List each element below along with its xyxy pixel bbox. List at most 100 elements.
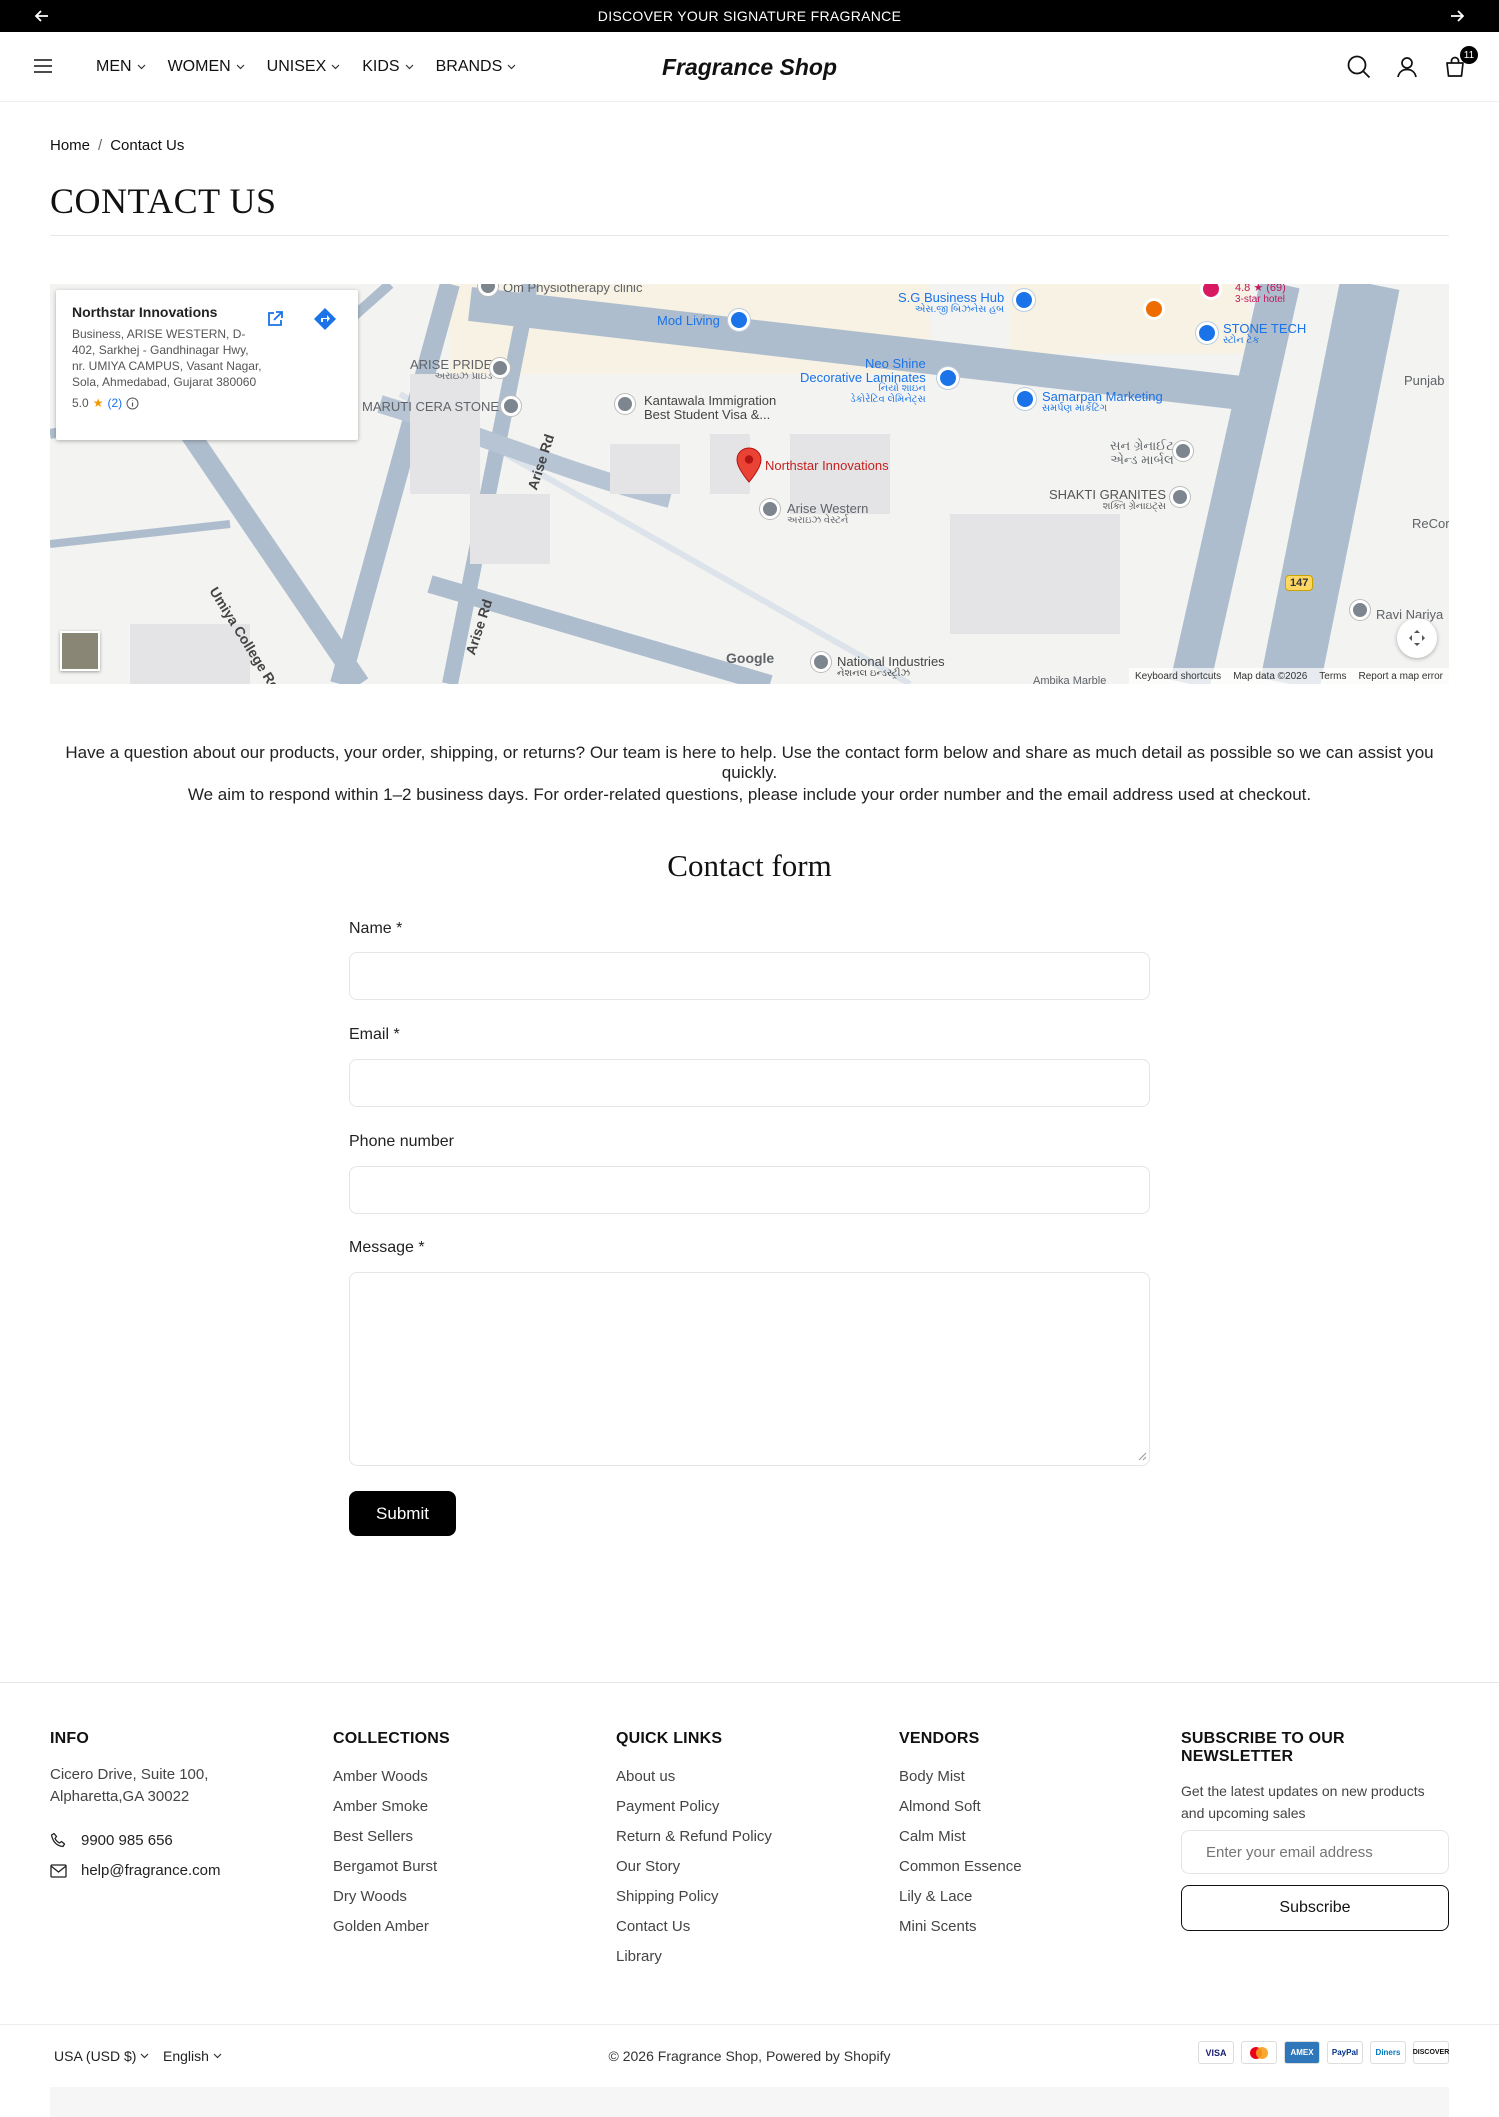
map-pin-arise-western[interactable] [760,499,780,519]
arise-pride-name: ARISE PRIDE [410,357,493,372]
visa-icon: VISA [1198,2041,1234,2064]
footer-vendor-link[interactable]: Lily & Lace [899,1888,1119,1907]
chevron-down-icon [236,64,245,70]
footer-vendor-link[interactable]: Calm Mist [899,1828,1119,1847]
menu-button[interactable] [32,55,56,79]
email-input[interactable] [349,1059,1150,1107]
footer-address-line1: Cicero Drive, Suite 100, [50,1766,209,1783]
kantawala-name-2: Best Student Visa &... [644,406,771,422]
map-label-maruti: MARUTI CERA STONE [362,399,500,414]
nav-men-label: MEN [96,58,132,75]
footer-collection-link[interactable]: Best Sellers [333,1828,553,1847]
name-input[interactable] [349,952,1150,1000]
footer-phone[interactable]: 9900 985 656 [50,1832,290,1849]
footer-collection-link[interactable]: Golden Amber [333,1918,553,1937]
contact-intro-2: We aim to respond within 1–2 business da… [187,785,1312,804]
footer-quick-link[interactable]: Our Story [616,1858,836,1877]
footer-quick-link[interactable]: Shipping Policy [616,1888,836,1907]
map-terms-link[interactable]: Terms [1319,671,1346,682]
message-textarea[interactable] [349,1272,1150,1466]
nav-unisex[interactable]: UNISEX [267,58,341,76]
cart-button[interactable]: 11 [1440,46,1478,82]
footer-email[interactable]: help@fragrance.com [50,1862,290,1879]
arise-western-name: Arise Western [787,501,869,516]
footer-quick-link[interactable]: Contact Us [616,1918,836,1937]
site-header: MEN WOMEN UNISEX KIDS BRANDS Fragrance S… [0,32,1499,102]
account-button[interactable] [1392,52,1422,82]
resize-grip-icon[interactable] [1138,1452,1147,1461]
directions-button[interactable] [310,304,340,334]
footer-quick-links: QUICK LINKS About us Payment Policy Retu… [616,1730,836,1967]
place-rating-count[interactable]: (2) [107,396,122,410]
footer-newsletter-heading: SUBSCRIBE TO OUR NEWSLETTER [1181,1730,1345,1765]
subscribe-button[interactable]: Subscribe [1181,1885,1449,1931]
arrow-right-icon [1451,10,1464,22]
footer-email-text: help@fragrance.com [81,1862,221,1879]
footer-collection-link[interactable]: Amber Woods [333,1768,553,1787]
satellite-view-toggle[interactable] [60,631,100,671]
footer-quick-link[interactable]: Payment Policy [616,1798,836,1817]
map-pin-arise-pride[interactable] [490,358,510,378]
chevron-down-icon [331,64,340,70]
hamburger-icon [34,59,52,73]
samarpan-name: Samarpan Marketing [1042,389,1163,404]
footer-phone-text: 9900 985 656 [81,1832,173,1849]
nav-women[interactable]: WOMEN [168,58,245,76]
footer-quick-link[interactable]: Return & Refund Policy [616,1828,836,1847]
footer-quick-links-heading: QUICK LINKS [616,1730,723,1747]
open-in-maps-button[interactable] [260,304,290,334]
breadcrumb-home[interactable]: Home [50,137,90,154]
footer-vendor-link[interactable]: Mini Scents [899,1918,1119,1937]
map-pin-ravi[interactable] [1350,600,1370,620]
footer-quick-link[interactable]: About us [616,1768,836,1787]
footer-collection-link[interactable]: Bergamot Burst [333,1858,553,1877]
map-fullscreen-button[interactable] [1397,618,1437,658]
nav-men[interactable]: MEN [96,58,146,76]
footer-collection-link[interactable]: Dry Woods [333,1888,553,1907]
directions-icon [314,308,336,330]
star-icon: ★ [92,396,104,410]
map-pin-maruti[interactable] [501,396,521,416]
nav-kids[interactable]: KIDS [362,58,414,76]
nav-brands[interactable]: BRANDS [436,58,517,76]
map-report-error-link[interactable]: Report a map error [1359,671,1443,682]
search-button[interactable] [1344,52,1374,82]
map-pin-sg-hub[interactable] [1013,289,1035,311]
footer-vendors: VENDORS Body Mist Almond Soft Calm Mist … [899,1730,1119,1937]
map-keyboard-shortcuts[interactable]: Keyboard shortcuts [1135,671,1221,682]
announcement-next-button[interactable] [1437,0,1477,32]
google-map[interactable]: Om Physiotherapy clinic Mod Living S.G B… [50,284,1449,684]
discover-icon: DISCOVER [1413,2041,1449,2064]
map-pin-sun-granite[interactable] [1173,441,1193,461]
footer-collection-link[interactable]: Amber Smoke [333,1798,553,1817]
announcement-prev-button[interactable] [22,0,62,32]
map-label-sg-hub: S.G Business Hub એસ.જી બિઝનેસ હબ [898,291,1004,315]
footer-vendor-link[interactable]: Almond Soft [899,1798,1119,1817]
map-pin-shakti[interactable] [1170,487,1190,507]
footer-quick-link[interactable]: Library [616,1948,836,1967]
map-label-shakti: SHAKTI GRANITES શક્તિ ગ્રેનાઇટ્સ [1049,488,1166,512]
info-icon[interactable] [126,397,139,410]
map-label-recor: ReCor [1412,516,1449,531]
map-pin-samarpan[interactable] [1014,388,1036,410]
map-label-punjab: Punjab [1404,373,1445,388]
footer-vendor-link[interactable]: Common Essence [899,1858,1119,1877]
map-pin-stone-tech[interactable] [1196,322,1218,344]
newsletter-email-input[interactable] [1181,1830,1449,1874]
footer-vendor-link[interactable]: Body Mist [899,1768,1119,1787]
contact-intro-1: Have a question about our products, your… [65,743,1434,782]
phone-input[interactable] [349,1166,1150,1214]
map-pin-national[interactable] [811,652,831,672]
map-label-stone-tech: STONE TECH સ્ટોન ટેક [1223,322,1306,346]
map-pin-neo-shine[interactable] [937,367,959,389]
breadcrumb: Home / Contact Us [50,137,184,154]
map-label-ambika: Ambika Marble [1033,675,1107,684]
site-logo[interactable]: Fragrance Shop [662,54,837,81]
map-pin-mod-living[interactable] [728,309,750,331]
footer-address-line2: Alpharetta,GA 30022 [50,1788,190,1805]
submit-button[interactable]: Submit [349,1491,456,1536]
map-pin-restaurant[interactable] [1143,298,1165,320]
mail-icon [50,1863,67,1878]
map-pin-kantawala[interactable] [615,394,635,414]
map-pin-northstar[interactable] [736,447,762,483]
